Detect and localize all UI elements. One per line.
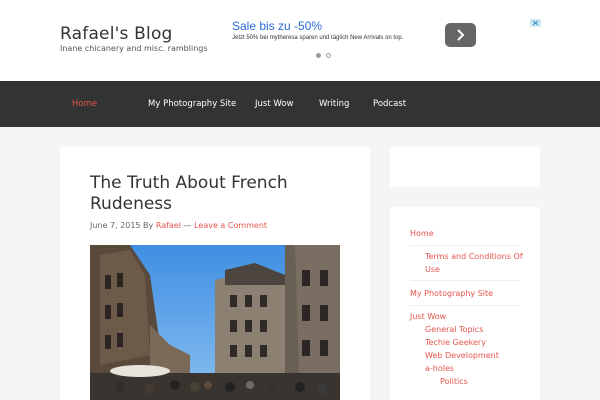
ad-body-text[interactable]: Jetzt 50% bei mytheresa sparen und tägli… (232, 35, 403, 41)
post-title[interactable]: The Truth About French Rudeness (90, 173, 350, 215)
sidebar-item-a-holes[interactable]: a-holes (425, 362, 454, 375)
featured-photo[interactable] (90, 245, 340, 400)
ad-next-button[interactable] (445, 23, 476, 47)
post-author-link[interactable]: Rafael (156, 221, 181, 230)
chevron-right-icon (457, 29, 465, 41)
leave-comment-link[interactable]: Leave a Comment (194, 221, 267, 230)
sidebar-item-my-photography-site[interactable]: My Photography Site (410, 287, 493, 300)
nav-item-my-photography-site[interactable]: My Photography Site (148, 81, 236, 127)
ad-headline[interactable]: Sale bis zu -50% (232, 19, 322, 33)
nav-item-home[interactable]: Home (72, 81, 97, 127)
nav-item-podcast[interactable]: Podcast (373, 81, 406, 127)
sidebar-item-home[interactable]: Home (410, 227, 434, 240)
sidebar-divider (410, 280, 520, 281)
sidebar-item-terms-and-conditions[interactable]: Terms and Conditions Of Use (425, 250, 525, 276)
sidebar-item-general-topics[interactable]: General Topics (425, 323, 483, 336)
site-header: Rafael's Blog Inane chicanery and misc. … (0, 0, 600, 81)
sidebar-divider (410, 245, 520, 246)
post-meta-separator: — (183, 221, 192, 230)
site-description: Inane chicanery and misc. ramblings (60, 44, 208, 53)
sidebar-item-politics[interactable]: Politics (440, 375, 468, 388)
primary-nav: Home My Photography Site Just Wow Writin… (0, 81, 600, 127)
ad-banner[interactable]: Sale bis zu -50% Jetzt 50% bei mytheresa… (228, 17, 542, 58)
post-by: By (143, 221, 154, 230)
sidebar-divider (410, 305, 520, 306)
site-title[interactable]: Rafael's Blog (60, 24, 173, 44)
post-meta: June 7, 2015 By Rafael — Leave a Comment (90, 221, 267, 230)
post-article: The Truth About French Rudeness June 7, … (60, 147, 370, 400)
adchoices-icon[interactable] (530, 19, 541, 27)
sidebar-widget-empty (390, 147, 540, 187)
ad-dot-active[interactable] (316, 53, 321, 58)
sidebar-item-just-wow[interactable]: Just Wow (410, 310, 446, 323)
ad-pagination (316, 43, 336, 62)
nav-item-just-wow[interactable]: Just Wow (255, 81, 293, 127)
ad-dot[interactable] (326, 53, 331, 58)
nav-item-writing[interactable]: Writing (319, 81, 349, 127)
sidebar-item-techie-geekery[interactable]: Techie Geekery (425, 336, 486, 349)
sidebar-item-web-development[interactable]: Web Development (425, 349, 499, 362)
post-date: June 7, 2015 (90, 221, 141, 230)
sidebar-menu: Home Terms and Conditions Of Use My Phot… (390, 207, 540, 400)
